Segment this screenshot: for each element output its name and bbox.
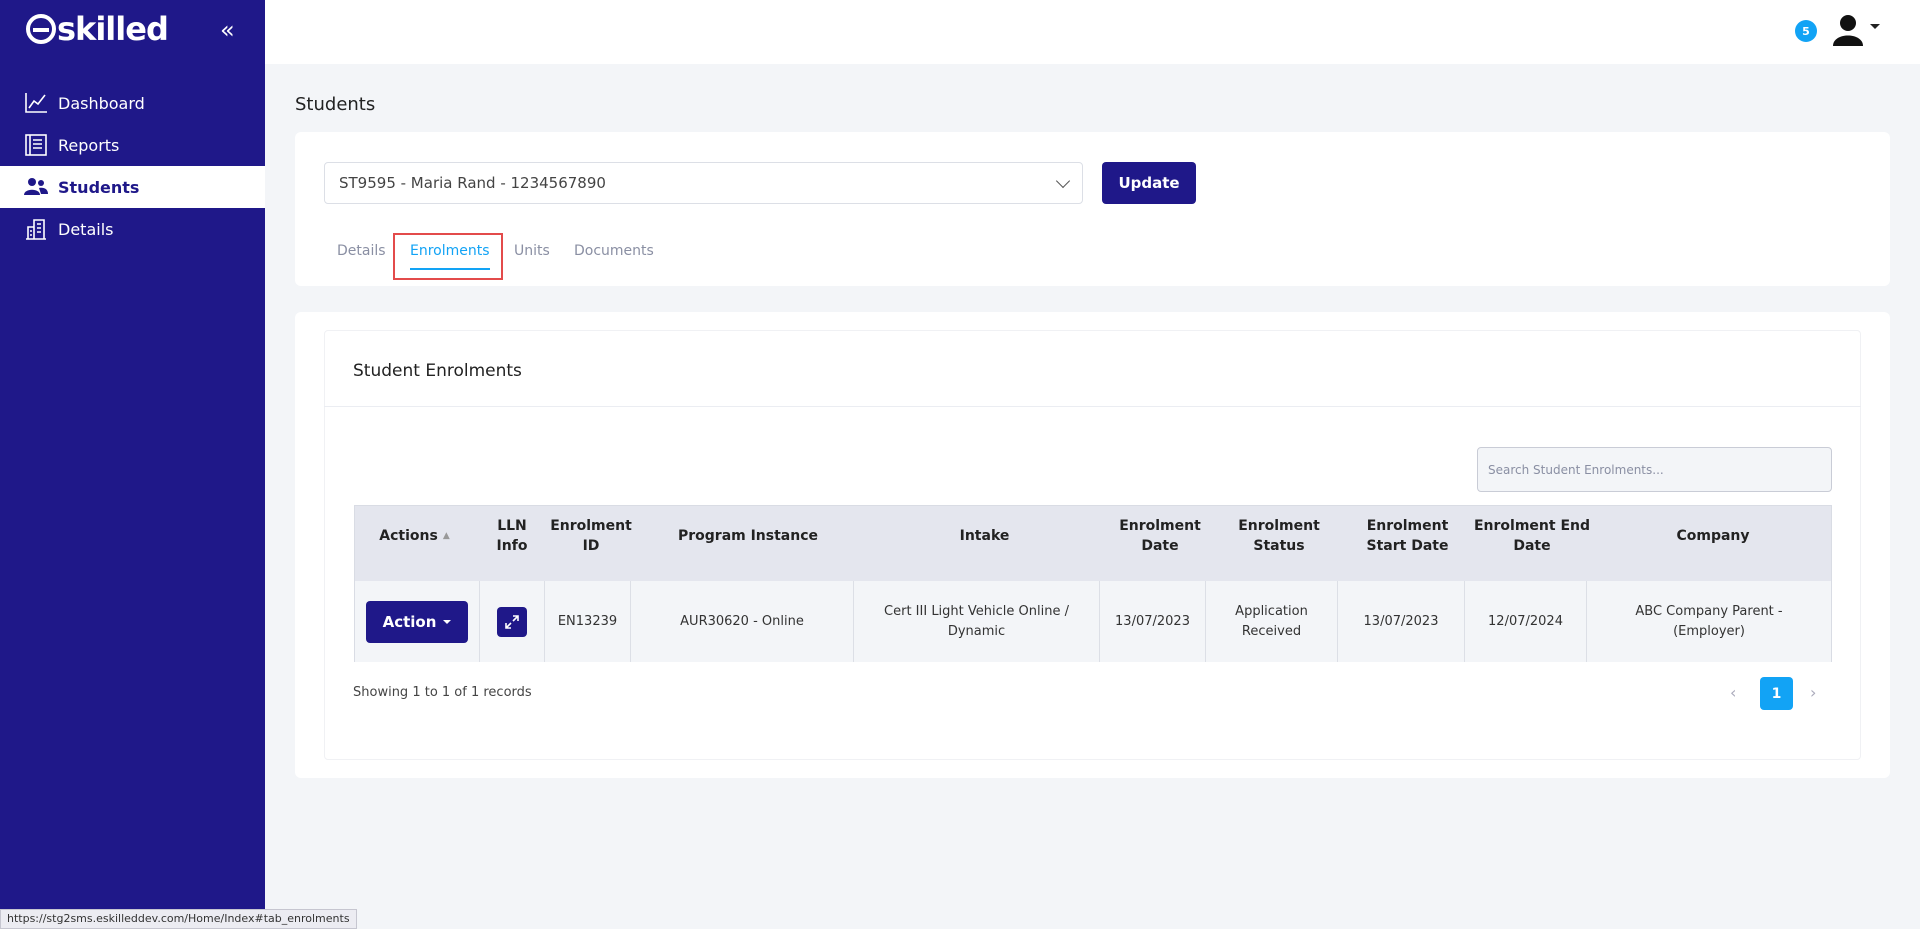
student-select-card (295, 132, 1890, 286)
sidebar-item-label: Dashboard (58, 93, 145, 113)
top-bar (265, 0, 1920, 64)
caret-down-icon (443, 619, 452, 624)
logo-text: skilled (57, 10, 169, 48)
column-header-enrolment-id[interactable]: Enrolment ID (550, 506, 632, 566)
action-dropdown-button[interactable]: Action (366, 600, 468, 643)
search-input[interactable] (1477, 447, 1832, 492)
pagination-next-icon[interactable]: › (1810, 683, 1816, 702)
user-avatar-icon[interactable] (1830, 12, 1866, 48)
student-select-value: ST9595 - Maria Rand - 1234567890 (339, 174, 606, 192)
column-header-enrolment-end-date[interactable]: Enrolment End Date (1472, 506, 1592, 566)
end-date-cell: 12/07/2024 (1465, 581, 1587, 662)
column-header-enrolment-status[interactable]: Enrolment Status (1214, 506, 1344, 566)
start-date-cell: 13/07/2023 (1338, 581, 1465, 662)
sidebar-item-label: Students (58, 177, 140, 197)
column-header-program-instance[interactable]: Program Instance (637, 506, 859, 566)
notification-badge[interactable]: 5 (1795, 20, 1817, 42)
table-header: Actions ▲ LLN Info Enrolment ID Program … (355, 506, 1831, 581)
lln-info-cell (480, 581, 545, 662)
collapse-sidebar-icon[interactable]: « (220, 16, 235, 44)
program-instance-cell: AUR30620 - Online (631, 581, 854, 662)
column-header-company[interactable]: Company (1593, 506, 1833, 566)
sidebar-item-label: Reports (58, 135, 120, 155)
enrolments-table: Actions ▲ LLN Info Enrolment ID Program … (354, 505, 1832, 662)
column-header-lln-info[interactable]: LLN Info (482, 506, 542, 566)
update-button[interactable]: Update (1102, 162, 1196, 204)
page-title: Students (295, 94, 376, 115)
company-cell: ABC Company Parent - (Employer) (1635, 603, 1783, 639)
column-header-label: Actions (379, 528, 438, 544)
pagination-page-1[interactable]: 1 (1760, 677, 1793, 710)
users-icon (24, 175, 48, 199)
expand-icon[interactable] (497, 606, 527, 637)
sort-up-icon: ▲ (442, 531, 450, 541)
eskilled-logo[interactable]: skilled (26, 10, 169, 48)
tab-details[interactable]: Details (337, 243, 386, 259)
tab-units[interactable]: Units (514, 243, 550, 259)
enrolment-id-cell: EN13239 (545, 581, 631, 662)
sidebar-item-reports[interactable]: Reports (0, 124, 265, 166)
chart-line-icon (24, 91, 48, 115)
highlight-box (393, 233, 503, 280)
building-icon (24, 217, 48, 241)
intake-cell: Cert III Light Vehicle Online / Dynamic (854, 581, 1100, 662)
sidebar-item-details[interactable]: Details (0, 208, 265, 250)
student-select[interactable]: ST9595 - Maria Rand - 1234567890 (324, 162, 1083, 204)
sidebar-item-students[interactable]: Students (0, 166, 265, 208)
action-label: Action (382, 612, 437, 631)
column-header-enrolment-date[interactable]: Enrolment Date (1108, 506, 1212, 566)
enrolment-date-cell: 13/07/2023 (1100, 581, 1206, 662)
sidebar-item-label: Details (58, 219, 114, 239)
sidebar-nav: Dashboard Reports Students Details (0, 82, 265, 250)
actions-cell: Action (355, 581, 480, 662)
pagination-prev-icon[interactable]: ‹ (1730, 683, 1736, 702)
sidebar: skilled « Dashboard Reports Students Det… (0, 0, 265, 929)
column-header-intake[interactable]: Intake (862, 506, 1107, 566)
report-icon (24, 133, 48, 157)
sidebar-item-dashboard[interactable]: Dashboard (0, 82, 265, 124)
section-title: Student Enrolments (353, 361, 522, 381)
user-menu-caret-icon[interactable] (1870, 24, 1880, 29)
enrolment-status-cell: Application Received (1206, 581, 1338, 662)
table-row: Action EN13239 AUR30620 - Online Cert II… (355, 581, 1831, 662)
records-summary: Showing 1 to 1 of 1 records (353, 685, 532, 700)
chevron-down-icon (1055, 173, 1071, 189)
column-header-enrolment-start-date[interactable]: Enrolment Start Date (1345, 506, 1470, 566)
browser-status-url: https://stg2sms.eskilleddev.com/Home/Ind… (0, 909, 357, 929)
column-header-actions[interactable]: Actions ▲ (355, 506, 474, 566)
divider (324, 406, 1861, 407)
tab-documents[interactable]: Documents (574, 243, 654, 259)
